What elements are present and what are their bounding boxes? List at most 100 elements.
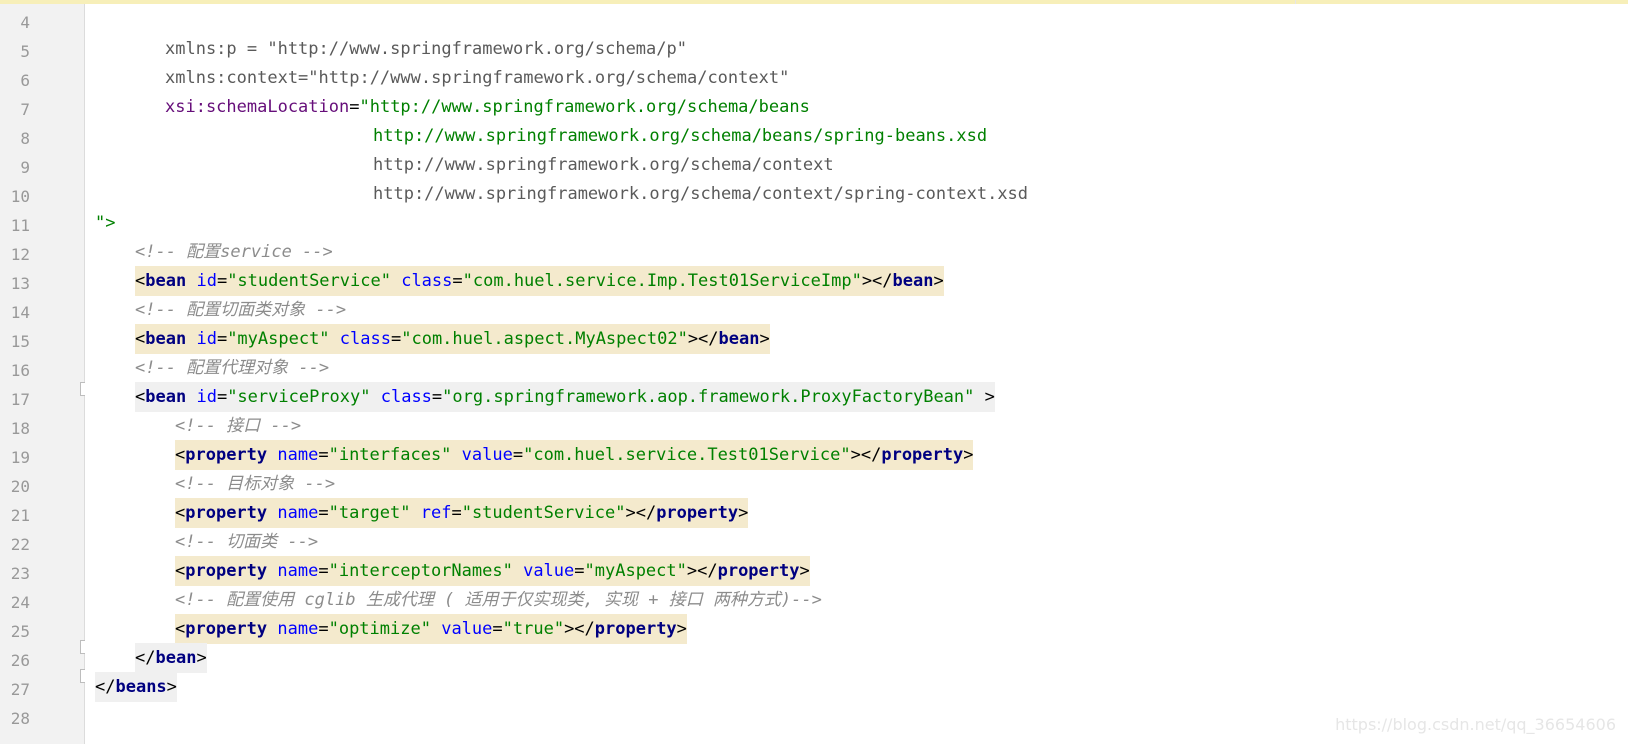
code-text: xmlns:context="http://www.springframewor… xyxy=(165,68,790,88)
attribute-value: "serviceProxy" xyxy=(227,387,371,407)
code-line[interactable]: xmlns:p = "http://www.springframework.or… xyxy=(85,4,687,59)
attribute-name: name xyxy=(277,445,319,465)
line-number: 28 xyxy=(10,709,30,728)
code-line[interactable]: <!-- 配置切面类对象 --> xyxy=(85,265,346,320)
comment: <!-- 配置service --> xyxy=(135,242,333,262)
attribute-name: value xyxy=(523,561,575,581)
comment: <!-- 接口 --> xyxy=(175,416,302,436)
code-editor[interactable]: xmlns:p = "http://www.springframework.or… xyxy=(85,4,1628,744)
attribute-value: "org.springframework.aop.framework.Proxy… xyxy=(442,387,975,407)
comment: <!-- 目标对象 --> xyxy=(175,474,336,494)
attribute-value: http://www.springframework.org/schema/be… xyxy=(373,126,988,146)
code-line[interactable]: <bean id="studentService" class="com.hue… xyxy=(85,236,944,296)
code-line[interactable]: <property name="interceptorNames" value=… xyxy=(85,526,810,586)
code-line[interactable]: <!-- 接口 --> xyxy=(85,381,301,436)
code-line[interactable]: <!-- 配置使用 cglib 生成代理 ( 适用于仅实现类, 实现 + 接口 … xyxy=(85,555,822,610)
line-number: 11 xyxy=(10,216,30,235)
line-number: 10 xyxy=(10,187,30,206)
tag-name: beans xyxy=(115,677,167,697)
line-number: 14 xyxy=(10,303,30,322)
attribute-value: "com.huel.service.Test01Service" xyxy=(523,445,851,465)
attribute-value: "studentService" xyxy=(461,503,626,523)
tag-name: bean xyxy=(145,271,187,291)
attribute-name: value xyxy=(441,619,493,639)
line-number: 16 xyxy=(10,361,30,380)
code-line[interactable]: <!-- 目标对象 --> xyxy=(85,439,335,494)
tag-name: property xyxy=(881,445,964,465)
attribute-value: "interceptorNames" xyxy=(328,561,513,581)
line-number: 8 xyxy=(20,129,30,148)
line-number: 21 xyxy=(10,506,30,525)
attribute-value: "true" xyxy=(502,619,565,639)
code-line[interactable]: http://www.springframework.org/schema/co… xyxy=(85,149,1028,204)
code-line[interactable]: <property name="target" ref="studentServ… xyxy=(85,468,749,528)
tag-name: property xyxy=(656,503,739,523)
code-line[interactable]: <!-- 配置代理对象 --> xyxy=(85,323,329,378)
line-number: 27 xyxy=(10,680,30,699)
code-line[interactable]: http://www.springframework.org/schema/co… xyxy=(85,120,834,175)
comment: <!-- 配置切面类对象 --> xyxy=(135,300,347,320)
line-number: 7 xyxy=(20,100,30,119)
code-line[interactable]: "> xyxy=(85,178,126,233)
tag-name: property xyxy=(185,619,268,639)
line-number-gutter[interactable]: 4 5 6 7 8 9 10 11 12 13 14 15 16 17 18 1… xyxy=(0,4,94,744)
attribute-value: http://www.springframework.org/schema/co… xyxy=(373,155,834,175)
code-line[interactable]: <!-- 切面类 --> xyxy=(85,497,318,552)
attribute-value: "studentService" xyxy=(227,271,391,291)
line-number: 12 xyxy=(10,245,30,264)
attribute-name: class xyxy=(339,329,391,349)
tag-name: bean xyxy=(145,387,187,407)
attribute-value: "interfaces" xyxy=(328,445,452,465)
code-line[interactable]: http://www.springframework.org/schema/be… xyxy=(85,91,987,146)
comment: <!-- 配置代理对象 --> xyxy=(135,358,330,378)
comment: <!-- 配置使用 cglib 生成代理 ( 适用于仅实现类, 实现 + 接口 … xyxy=(175,590,822,610)
watermark: https://blog.csdn.net/qq_36654606 xyxy=(1335,715,1616,734)
tag-name: bean xyxy=(892,271,934,291)
attribute-value: "target" xyxy=(328,503,411,523)
code-line[interactable]: <!-- 配置service --> xyxy=(85,207,333,262)
attribute-value: "http://www.springframework.org/schema/b… xyxy=(359,97,810,117)
tag-name: property xyxy=(185,503,268,523)
line-number: 9 xyxy=(20,158,30,177)
attribute-value: "com.huel.aspect.MyAspect02" xyxy=(401,329,688,349)
attribute-name: ref xyxy=(420,503,452,523)
line-number: 13 xyxy=(10,274,30,293)
code-line[interactable]: <bean id="serviceProxy" class="org.sprin… xyxy=(85,352,995,412)
line-number: 6 xyxy=(20,71,30,90)
tag-name: property xyxy=(594,619,677,639)
line-number: 18 xyxy=(10,419,30,438)
tag-name: property xyxy=(717,561,800,581)
tag-name: property xyxy=(185,445,268,465)
comment: <!-- 切面类 --> xyxy=(175,532,319,552)
attribute-name: id xyxy=(196,271,217,291)
attribute-name: class xyxy=(380,387,432,407)
line-number: 17 xyxy=(10,390,30,409)
line-number: 22 xyxy=(10,535,30,554)
attribute-name: name xyxy=(277,561,319,581)
line-number: 26 xyxy=(10,651,30,670)
tag-name: bean xyxy=(718,329,760,349)
attribute-name: class xyxy=(401,271,453,291)
code-line[interactable]: xsi:schemaLocation="http://www.springfra… xyxy=(85,62,810,117)
code-line[interactable]: </bean> xyxy=(85,613,207,673)
attribute-name: name xyxy=(277,619,319,639)
line-number: 15 xyxy=(10,332,30,351)
line-number: 24 xyxy=(10,593,30,612)
line-number: 19 xyxy=(10,448,30,467)
attribute-name: name xyxy=(277,503,319,523)
attribute-value: "optimize" xyxy=(328,619,431,639)
code-line[interactable]: <bean id="myAspect" class="com.huel.aspe… xyxy=(85,294,770,354)
code-line[interactable]: <property name="interfaces" value="com.h… xyxy=(85,410,974,470)
tag-name: property xyxy=(185,561,268,581)
line-number: 25 xyxy=(10,622,30,641)
line-number: 23 xyxy=(10,564,30,583)
code-line[interactable]: xmlns:context="http://www.springframewor… xyxy=(85,33,789,88)
attribute-value: "myAspect" xyxy=(227,329,330,349)
line-number: 5 xyxy=(20,42,30,61)
attribute-name: xsi:schemaLocation xyxy=(165,97,350,117)
code-text: xmlns:p = "http://www.springframework.or… xyxy=(165,39,687,59)
code-line[interactable]: <property name="optimize" value="true"><… xyxy=(85,584,687,644)
attribute-name: id xyxy=(196,329,217,349)
code-line[interactable]: </beans> xyxy=(85,642,177,702)
line-number: 4 xyxy=(20,13,30,32)
